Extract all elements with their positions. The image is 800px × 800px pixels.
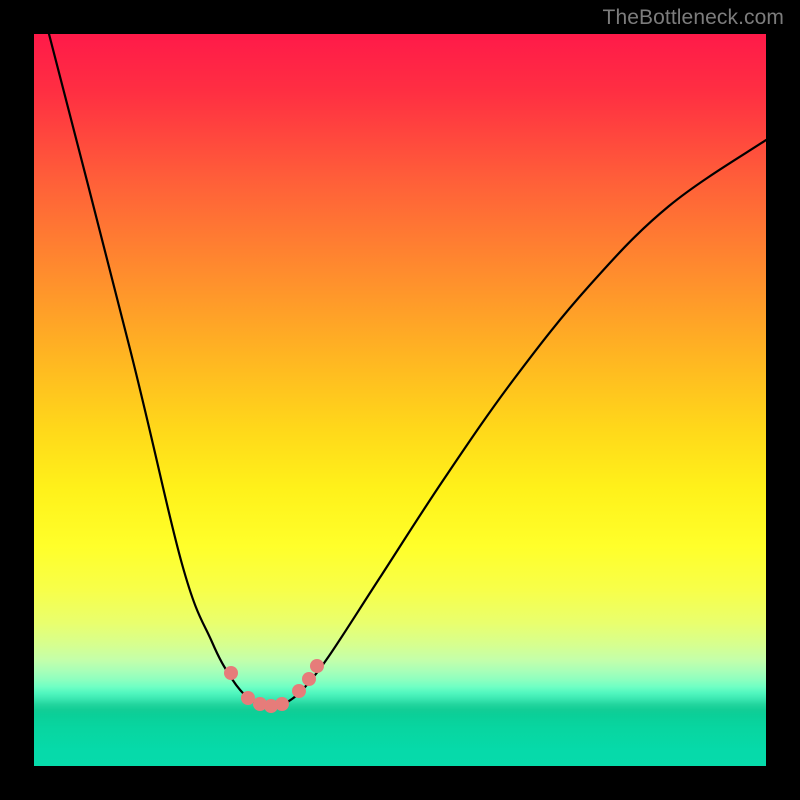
curve-marker xyxy=(241,691,255,705)
curve-marker xyxy=(292,684,306,698)
plot-area xyxy=(34,34,766,766)
watermark-text: TheBottleneck.com xyxy=(603,6,784,30)
curve-marker xyxy=(224,666,238,680)
curve-markers xyxy=(224,659,324,713)
curve-marker xyxy=(275,697,289,711)
bottleneck-curve xyxy=(34,34,766,707)
curve-marker xyxy=(310,659,324,673)
curve-layer xyxy=(34,34,766,766)
chart-frame: TheBottleneck.com xyxy=(0,0,800,800)
curve-marker xyxy=(302,672,316,686)
